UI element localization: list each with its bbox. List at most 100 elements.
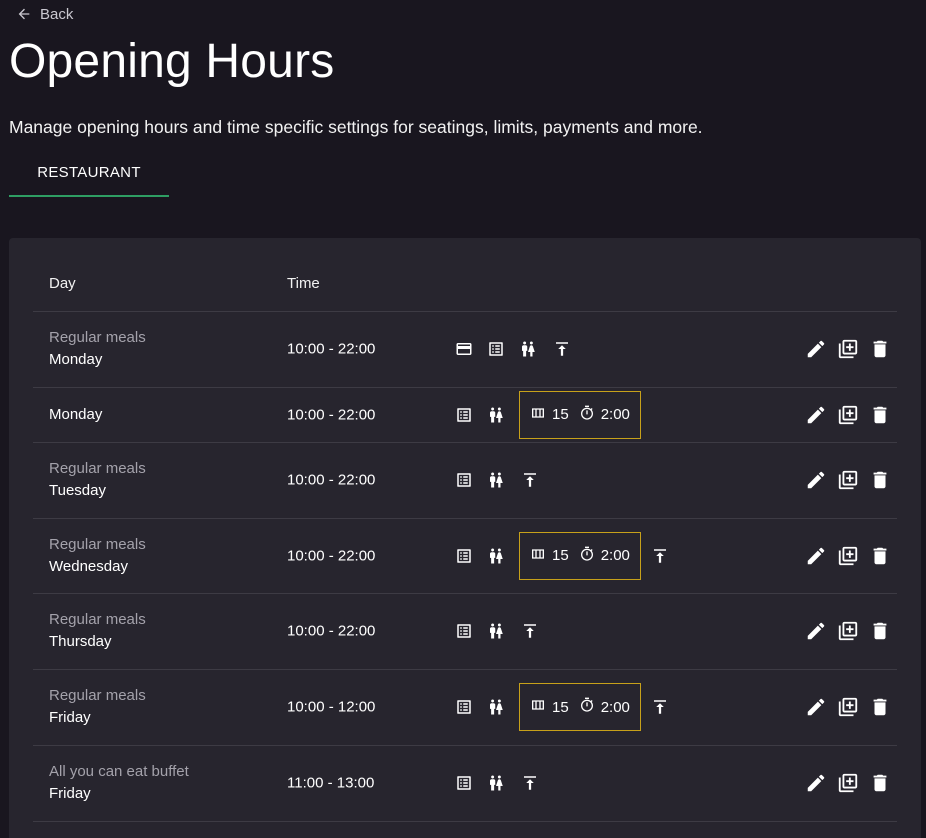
duration-value: 2:00: [600, 547, 630, 564]
page-title: Opening Hours: [9, 35, 335, 88]
day-cell: Regular meals Wednesday: [49, 534, 146, 578]
time-cell: 10:00 - 22:00: [287, 622, 376, 640]
day-name: Wednesday: [49, 557, 128, 575]
settings-icons: [455, 758, 553, 808]
edit-button[interactable]: [805, 620, 827, 642]
delete-icon: [873, 698, 887, 716]
settings-icons: [455, 324, 585, 374]
edit-button[interactable]: [805, 404, 827, 426]
day-name: Thursday: [49, 633, 112, 650]
menu-list-icon: [457, 473, 471, 487]
duplicate-button[interactable]: [837, 545, 859, 567]
delete-icon: [873, 774, 887, 792]
max-upload-icon: [521, 774, 539, 792]
meal-name: Regular meals: [49, 687, 146, 704]
guests-icon: [487, 547, 505, 565]
delete-button[interactable]: [869, 338, 891, 360]
table-row: Monday 10:00 - 22:00 15 2:00: [33, 387, 897, 443]
settings-icons: 15 2:00: [455, 531, 683, 581]
edit-button[interactable]: [805, 469, 827, 491]
duplicate-button[interactable]: [837, 696, 859, 718]
delete-button[interactable]: [869, 696, 891, 718]
edit-button[interactable]: [805, 696, 827, 718]
max-upload-icon: [524, 473, 536, 487]
settings-icons: [455, 455, 553, 505]
delete-button[interactable]: [869, 772, 891, 794]
delete-button[interactable]: [869, 469, 891, 491]
duplicate-button[interactable]: [837, 469, 859, 491]
menu-list-icon: [455, 622, 473, 640]
menu-list-icon: [457, 624, 471, 638]
max-upload-icon: [521, 471, 539, 489]
timer-icon: [579, 697, 595, 717]
guests-icon: [490, 775, 503, 791]
table-columns-icon: [530, 697, 546, 717]
settings-icons: 15 2:00: [455, 390, 651, 440]
timer-icon: [579, 546, 595, 566]
guests-icon: [490, 407, 503, 422]
delete-button[interactable]: [869, 620, 891, 642]
settings-icons: 15 2:00: [455, 682, 683, 732]
guests-icon: [490, 548, 503, 563]
back-link[interactable]: Back: [16, 4, 73, 24]
time-cell: 11:00 - 13:00: [287, 774, 375, 792]
limits-highlight[interactable]: 15 2:00: [519, 531, 641, 580]
guests-icon: [490, 472, 503, 488]
day-cell: Regular meals Tuesday: [49, 458, 146, 502]
menu-list-icon: [455, 547, 473, 565]
meal-name: Regular meals: [49, 535, 146, 553]
table-header: Day Time: [33, 238, 897, 312]
day-cell: All you can eat buffet Friday: [49, 761, 189, 805]
time-cell: 10:00 - 22:00: [287, 406, 376, 423]
table-row: Regular meals Thursday 10:00 - 22:00: [33, 593, 897, 670]
duplicate-icon: [838, 339, 858, 359]
delete-button[interactable]: [869, 545, 891, 567]
table-limit-value: 15: [552, 698, 569, 716]
limits-highlight[interactable]: 15 2:00: [519, 683, 641, 731]
menu-list-icon: [489, 342, 503, 356]
edit-button[interactable]: [805, 545, 827, 567]
timer-icon: [580, 546, 593, 561]
timer-icon: [580, 697, 593, 712]
meal-name: Regular meals: [49, 329, 146, 346]
duplicate-button[interactable]: [837, 338, 859, 360]
edit-icon: [807, 471, 825, 489]
tab-restaurant[interactable]: RESTAURANT: [9, 150, 169, 197]
duplicate-button[interactable]: [837, 620, 859, 642]
duplicate-icon: [838, 697, 858, 717]
limits-highlight[interactable]: 15 2:00: [519, 390, 641, 439]
table-columns-icon: [532, 700, 544, 710]
time-cell: 10:00 - 22:00: [287, 471, 376, 489]
guests-icon: [490, 699, 503, 715]
table-columns-icon: [530, 546, 546, 566]
duplicate-button[interactable]: [837, 772, 859, 794]
time-cell: 10:00 - 22:00: [287, 340, 376, 358]
delete-icon: [873, 547, 887, 564]
page-subtitle: Manage opening hours and time specific s…: [9, 117, 703, 137]
day-name: Monday: [49, 405, 103, 423]
table-limit-value: 15: [552, 406, 569, 423]
delete-button[interactable]: [869, 404, 891, 426]
max-upload-icon: [524, 776, 536, 790]
delete-icon: [873, 471, 887, 489]
edit-button[interactable]: [805, 338, 827, 360]
row-actions: [805, 620, 891, 642]
timer-icon: [580, 405, 593, 420]
column-header-time: Time: [287, 275, 320, 292]
menu-list-icon: [457, 700, 471, 714]
max-upload-icon: [653, 700, 666, 714]
day-name: Friday: [49, 785, 91, 802]
edit-button[interactable]: [805, 772, 827, 794]
row-actions: [805, 469, 891, 491]
duplicate-button[interactable]: [837, 404, 859, 426]
menu-list-icon: [457, 548, 471, 563]
time-cell: 10:00 - 22:00: [287, 547, 376, 564]
day-name: Friday: [49, 709, 91, 726]
payment-card-icon: [455, 340, 473, 358]
menu-list-icon: [457, 407, 471, 422]
table-limit-value: 15: [552, 547, 569, 564]
guests-icon: [490, 623, 503, 639]
back-label: Back: [40, 5, 74, 23]
day-cell: Regular meals Friday: [49, 685, 146, 729]
edit-icon: [807, 698, 825, 716]
